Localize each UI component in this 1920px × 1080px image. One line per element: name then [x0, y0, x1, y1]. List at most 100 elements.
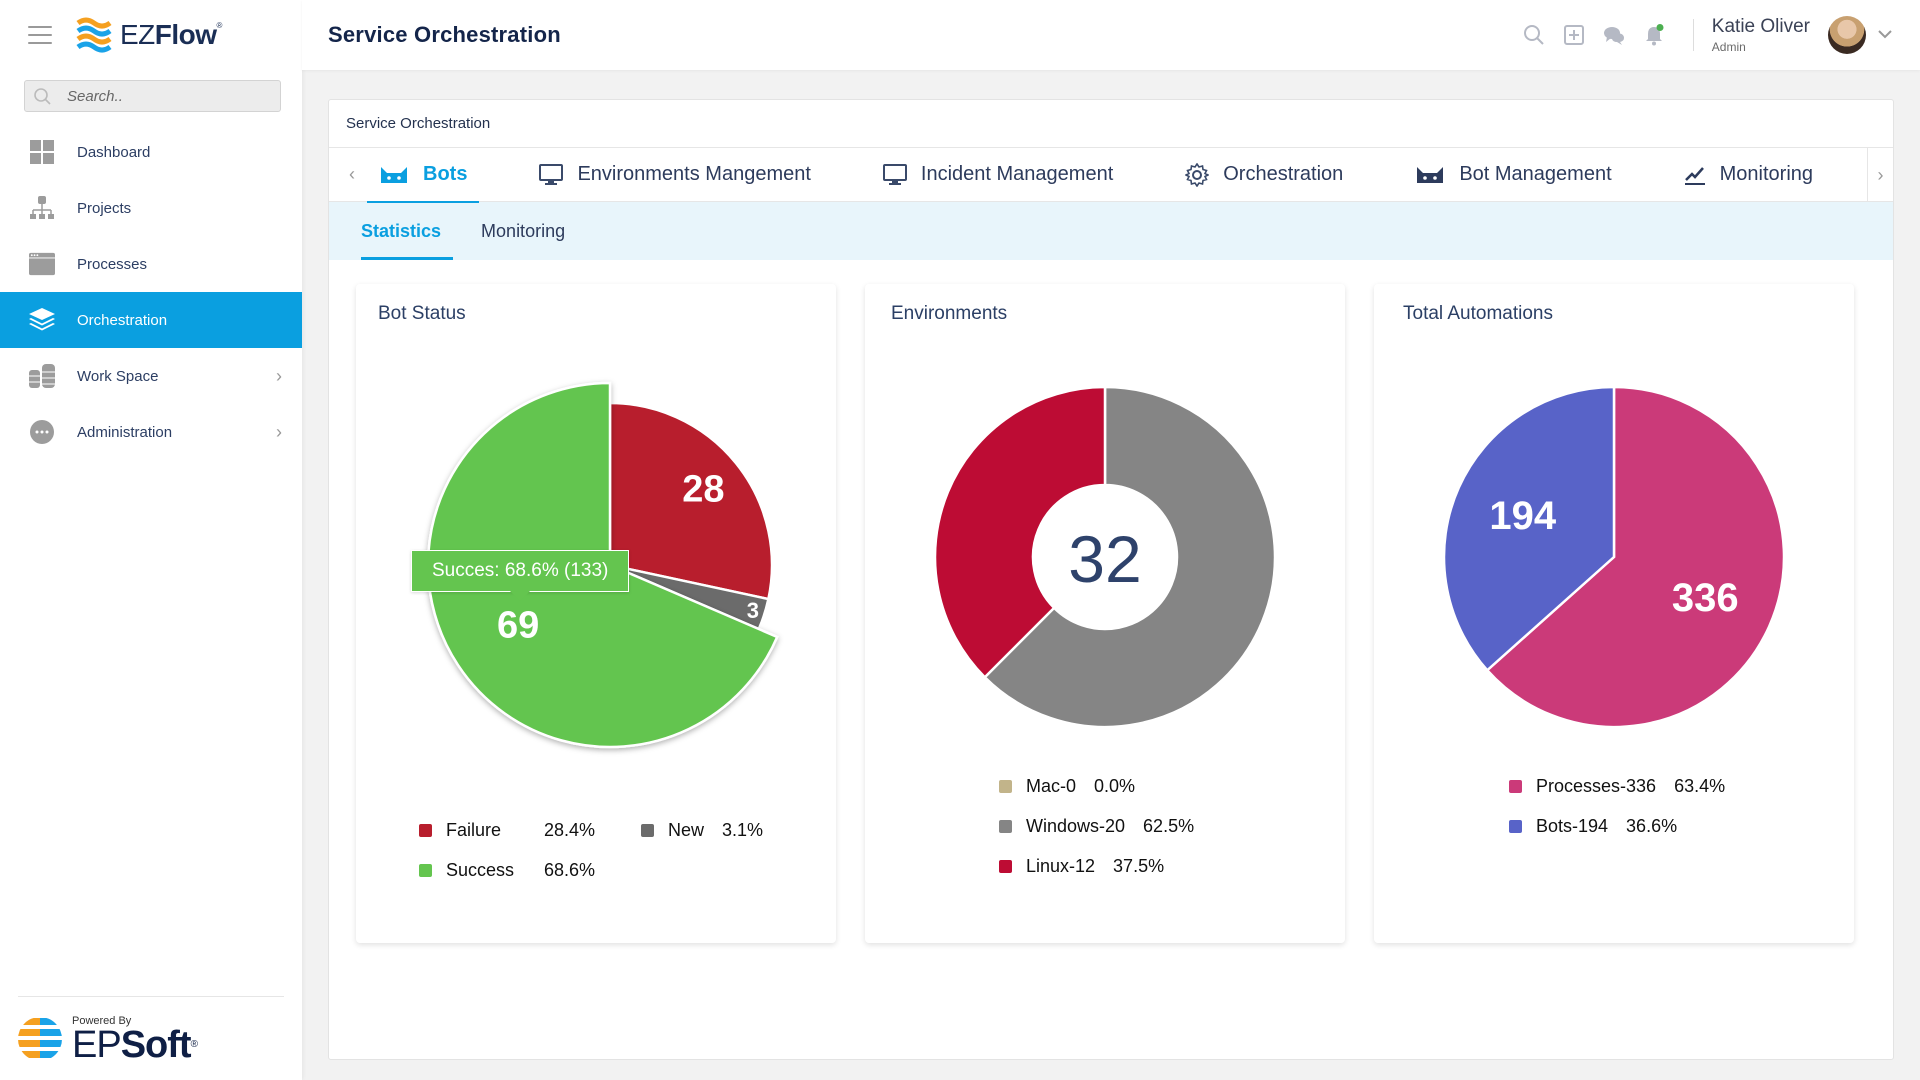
- legend-item-new[interactable]: New 3.1%: [641, 810, 763, 850]
- header-divider: [1692, 19, 1694, 51]
- legend-swatch: [999, 859, 1012, 873]
- ezflow-logo-mark-icon: [76, 17, 112, 53]
- total-automations-pie-chart: 336 194: [1442, 385, 1786, 729]
- ezflow-logo[interactable]: EZFlow®: [74, 17, 222, 53]
- logo-text: EZFlow®: [120, 19, 222, 50]
- chat-icon[interactable]: [1601, 22, 1627, 48]
- chart-line-icon: [1684, 164, 1706, 186]
- user-info[interactable]: Katie Oliver Admin: [1712, 16, 1810, 54]
- legend-swatch: [419, 863, 432, 877]
- legend-item-windows[interactable]: Windows-20 62.5%: [999, 806, 1194, 846]
- header-actions: Katie Oliver Admin: [1521, 0, 1920, 70]
- bot-status-legend: Failure 28.4% New 3.1% Success 68.6%: [419, 810, 763, 890]
- tab-label: Bots: [423, 163, 468, 185]
- tab-bot-management[interactable]: Bot Management: [1403, 148, 1623, 202]
- workspace-icon: [29, 363, 55, 389]
- sub-tabs: Statistics Monitoring: [329, 202, 1893, 260]
- tab-orchestration[interactable]: Orchestration: [1173, 148, 1355, 202]
- subtab-statistics[interactable]: Statistics: [349, 202, 454, 260]
- epsoft-logo-icon: [18, 1017, 62, 1058]
- legend-item-failure[interactable]: Failure 28.4%: [419, 810, 641, 850]
- sidebar-header: EZFlow®: [0, 0, 302, 70]
- legend-label: Windows-20: [1026, 815, 1126, 836]
- add-icon[interactable]: [1561, 22, 1587, 48]
- legend-item-processes[interactable]: Processes-336 63.4%: [1509, 766, 1725, 806]
- bell-icon[interactable]: [1641, 22, 1667, 48]
- user-name: Katie Oliver: [1711, 16, 1810, 37]
- more-icon: [29, 419, 55, 445]
- sidebar-item-processes[interactable]: Processes: [0, 236, 302, 292]
- sidebar-item-administration[interactable]: Administration ›: [0, 404, 302, 460]
- legend-percent: 0.0%: [1094, 775, 1136, 796]
- sidebar-nav: Dashboard Projects Processes Orchestrati…: [0, 124, 302, 460]
- chevron-right-icon: ›: [276, 421, 282, 442]
- chart-title: Total Automations: [1403, 303, 1553, 324]
- monitor-icon: [882, 163, 907, 186]
- subtab-monitoring[interactable]: Monitoring: [469, 202, 577, 260]
- data-label: 3: [747, 598, 759, 623]
- data-label: 336: [1672, 576, 1739, 620]
- tabs-scroll-right-icon[interactable]: ›: [1867, 148, 1893, 202]
- avatar[interactable]: [1828, 16, 1866, 54]
- legend-percent: 36.6%: [1626, 815, 1678, 836]
- sidebar-search[interactable]: [24, 80, 281, 112]
- legend-label: Linux-12: [1026, 855, 1096, 876]
- sidebar-item-work-space[interactable]: Work Space ›: [0, 348, 302, 404]
- legend-label: Bots-194: [1536, 815, 1609, 836]
- sidebar-item-orchestration[interactable]: Orchestration: [0, 292, 302, 348]
- notification-dot: [1656, 24, 1664, 31]
- legend-swatch: [999, 779, 1012, 793]
- sidebar-item-dashboard[interactable]: Dashboard: [0, 124, 302, 180]
- powered-by-footer: Powered By EPSoft®: [18, 996, 284, 1080]
- legend-percent: 68.6%: [544, 859, 596, 880]
- data-label: 28: [682, 469, 724, 511]
- page-title: Service Orchestration: [328, 22, 561, 47]
- panel-title: Service Orchestration: [329, 100, 1893, 148]
- sidebar-item-label: Work Space: [77, 367, 159, 385]
- legend-percent: 62.5%: [1143, 815, 1195, 836]
- legend-item-mac[interactable]: Mac-0 0.0%: [999, 766, 1194, 806]
- bot-status-card: Bot Status 28 3 69 Succes: 68.6% (133) Fai…: [356, 284, 836, 943]
- legend-percent: 3.1%: [722, 819, 764, 840]
- tab-incident-management[interactable]: Incident Management: [871, 148, 1125, 202]
- sidebar: EZFlow® Dashboard Projects Processes Orc…: [0, 0, 302, 1080]
- legend-item-success[interactable]: Success 68.6%: [419, 850, 763, 890]
- legend-label: Success: [446, 859, 515, 880]
- main-tabs: ‹ Bots Environments Mangement Incident M…: [329, 148, 1893, 203]
- environments-donut-chart: 32: [933, 385, 1277, 729]
- legend-percent: 63.4%: [1674, 775, 1726, 796]
- data-label: 69: [497, 604, 539, 646]
- chart-cards: Bot Status 28 3 69 Succes: 68.6% (133) Fai…: [356, 284, 1854, 943]
- sidebar-item-label: Administration: [77, 423, 173, 441]
- legend-label: Processes-336: [1536, 775, 1657, 796]
- search-icon[interactable]: [1521, 22, 1547, 48]
- legend-swatch: [419, 823, 432, 837]
- legend-item-bots[interactable]: Bots-194 36.6%: [1509, 806, 1725, 846]
- layers-icon: [29, 307, 55, 333]
- tab-environments-management[interactable]: Environments Mangement: [527, 148, 822, 202]
- content-panel: Service Orchestration ‹ Bots Environment…: [328, 99, 1894, 1060]
- tabs-scroll-left-icon[interactable]: ‹: [337, 164, 367, 185]
- tab-monitoring[interactable]: Monitoring: [1672, 148, 1825, 202]
- chevron-down-icon[interactable]: [1878, 26, 1892, 44]
- search-input[interactable]: [67, 87, 267, 105]
- bot-icon: [1415, 165, 1445, 185]
- bot-icon: [379, 165, 409, 185]
- tab-bots[interactable]: Bots: [367, 148, 480, 203]
- legend-item-linux[interactable]: Linux-12 37.5%: [999, 846, 1194, 886]
- total-automations-legend: Processes-336 63.4% Bots-194 36.6%: [1509, 766, 1725, 846]
- search-icon: [34, 88, 51, 105]
- legend-percent: 37.5%: [1113, 855, 1165, 876]
- projects-icon: [29, 195, 55, 221]
- dashboard-icon: [29, 139, 55, 165]
- chart-title: Bot Status: [378, 303, 466, 324]
- tab-label: Bot Management: [1459, 163, 1612, 185]
- sidebar-item-label: Projects: [77, 199, 132, 217]
- epsoft-wordmark: EPSoft®: [72, 1023, 198, 1066]
- donut-center-total: 32: [1068, 522, 1141, 596]
- hamburger-menu-icon[interactable]: [28, 26, 52, 44]
- sidebar-item-label: Dashboard: [77, 143, 151, 161]
- environments-legend: Mac-0 0.0% Windows-20 62.5% Linux-12 37.…: [999, 766, 1194, 886]
- sidebar-item-projects[interactable]: Projects: [0, 180, 302, 236]
- epsoft-brand: Powered By EPSoft®: [72, 1015, 198, 1066]
